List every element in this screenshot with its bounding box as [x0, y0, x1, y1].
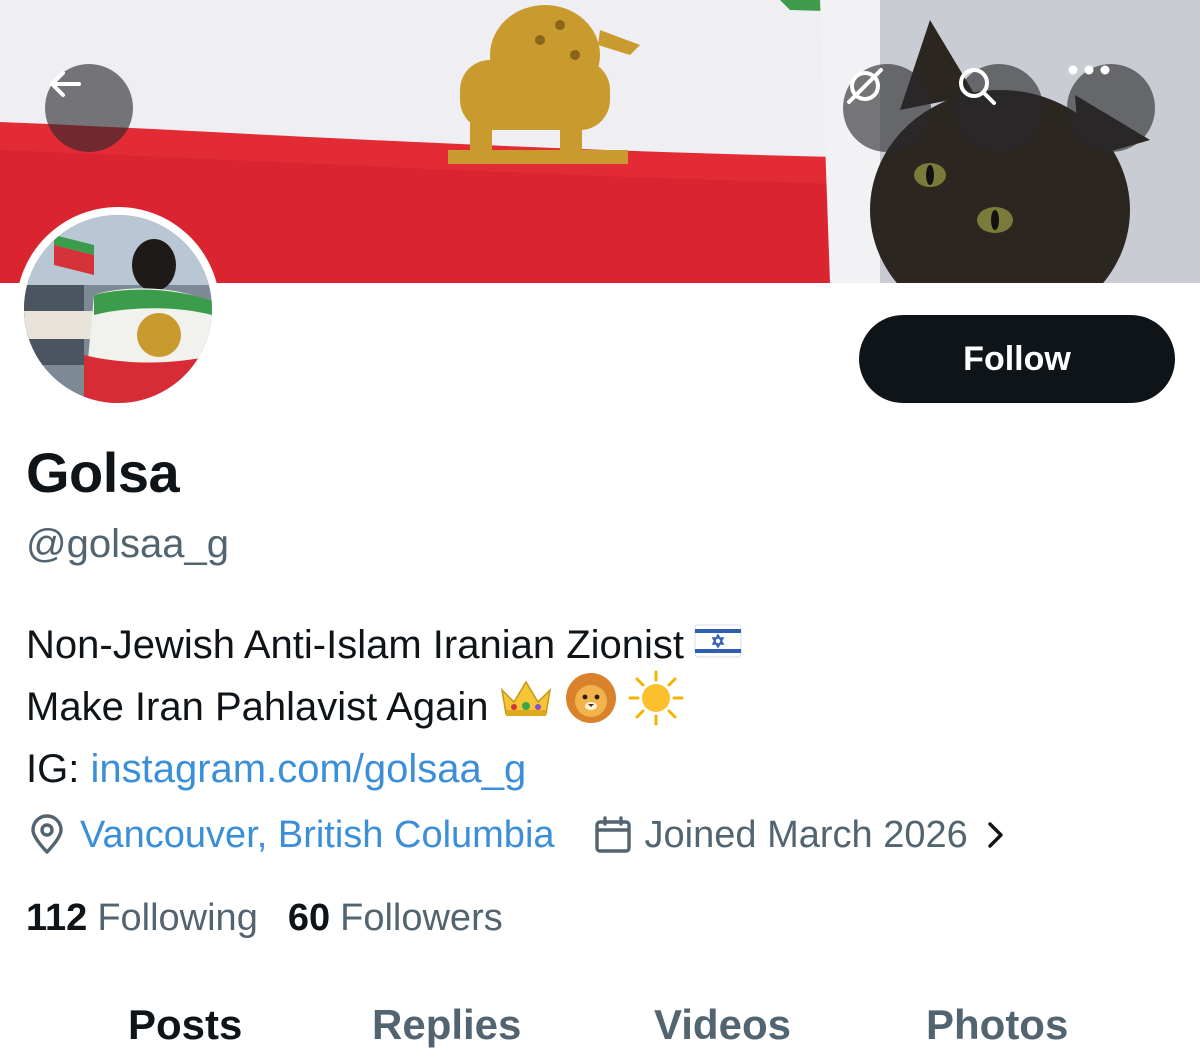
- more-button[interactable]: [1067, 64, 1155, 152]
- joined-date: Joined March 2026: [644, 813, 968, 856]
- bio-link-prefix: IG:: [26, 747, 91, 791]
- bio-line: IG: instagram.com/golsaa_g: [26, 738, 742, 800]
- bio: Non-Jewish Anti-Islam Iranian Zionist Ma…: [26, 614, 742, 800]
- search-icon: [959, 68, 996, 105]
- followers-count: 60: [287, 896, 331, 939]
- lion-emoji: [564, 671, 618, 743]
- grok-icon: [847, 68, 883, 104]
- chevron-right-icon[interactable]: [984, 820, 1006, 850]
- israel-flag-emoji: [694, 614, 742, 676]
- crown-emoji: [498, 676, 554, 738]
- profile-meta: Vancouver, British Columbia Joined March…: [26, 806, 1006, 864]
- tab-posts[interactable]: Posts: [128, 990, 242, 1060]
- profile-tabs: Posts Replies Videos Photos: [0, 990, 1200, 1060]
- avatar-image: [24, 215, 212, 403]
- calendar-icon: [594, 816, 631, 853]
- tab-replies[interactable]: Replies: [372, 990, 521, 1060]
- following-label: Following: [97, 896, 258, 939]
- follow-stats: 112 Following 60 Followers: [26, 890, 503, 946]
- bio-text: Make Iran Pahlavist Again: [26, 685, 489, 729]
- location-icon: [31, 814, 63, 854]
- bio-line: Non-Jewish Anti-Islam Iranian Zionist: [26, 614, 742, 676]
- instagram-link[interactable]: instagram.com/golsaa_g: [90, 738, 526, 800]
- followers-label: Followers: [340, 896, 503, 939]
- grok-button[interactable]: [843, 64, 931, 152]
- more-horizontal-icon: [1068, 65, 1110, 75]
- display-name: Golsa: [26, 441, 180, 504]
- tab-videos[interactable]: Videos: [654, 990, 791, 1060]
- followers-stat[interactable]: 60 Followers: [288, 897, 503, 940]
- following-count: 112: [26, 896, 88, 939]
- avatar[interactable]: [16, 207, 220, 411]
- follow-button[interactable]: Follow: [859, 315, 1175, 403]
- following-stat[interactable]: 112 Following: [26, 897, 258, 940]
- sun-emoji: [628, 670, 684, 744]
- bio-line: Make Iran Pahlavist Again: [26, 670, 742, 738]
- user-handle: @golsaa_g: [26, 522, 229, 566]
- back-button[interactable]: [45, 64, 133, 152]
- arrow-left-icon: [50, 71, 81, 97]
- location-link[interactable]: Vancouver, British Columbia: [80, 814, 555, 857]
- search-button[interactable]: [955, 64, 1043, 152]
- bio-text: Non-Jewish Anti-Islam Iranian Zionist: [26, 623, 685, 667]
- tab-photos[interactable]: Photos: [926, 990, 1068, 1060]
